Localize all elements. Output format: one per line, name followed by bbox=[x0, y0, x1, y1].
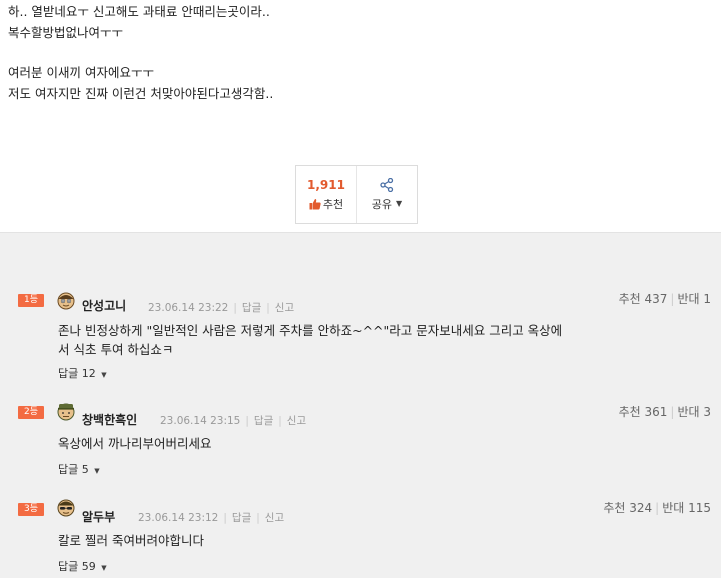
comment-text: 옥상에서 까나리부어버리세요 bbox=[58, 436, 212, 451]
thumbs-up-icon bbox=[309, 198, 321, 209]
recommend-count: 1,911 bbox=[307, 177, 345, 192]
reply-toggle[interactable]: 답글 12 ▼ bbox=[58, 365, 107, 381]
comment-text: 서 식초 투여 하십쇼ㅋ bbox=[58, 342, 174, 357]
recommend-button[interactable]: 1,911 추천 bbox=[296, 166, 356, 223]
comment-text: 칼로 찔러 죽여버려야합니다 bbox=[58, 533, 204, 548]
recommend-label: 추천 bbox=[322, 197, 344, 211]
caret-down-icon: ▼ bbox=[101, 371, 107, 379]
share-icon bbox=[380, 177, 394, 192]
comment-score: 추천 361 | 반대 3 bbox=[619, 403, 711, 420]
avatar-icon[interactable] bbox=[56, 290, 76, 310]
oppose-score[interactable]: 반대 3 bbox=[677, 405, 711, 419]
rank-badge: 3등 bbox=[18, 503, 44, 516]
comment-text: 존나 빈정상하게 "일반적인 사람은 저렇게 주차를 안하죠~^^"라고 문자보… bbox=[58, 323, 563, 338]
recommend-label-wrap: 추천 bbox=[309, 196, 343, 212]
reply-toggle[interactable]: 답글 5 ▼ bbox=[58, 461, 100, 477]
comment-nickname[interactable]: 창백한흑인 bbox=[82, 411, 137, 428]
report-link[interactable]: 신고 bbox=[275, 302, 294, 314]
share-button[interactable]: 공유 ▼ bbox=[356, 166, 417, 223]
comment-score: 추천 324 | 반대 115 bbox=[603, 499, 711, 516]
comment-nickname[interactable]: 안성고니 bbox=[82, 297, 126, 314]
separator: | bbox=[670, 405, 675, 419]
separator: | bbox=[278, 415, 282, 427]
comment-date: 23.06.14 23:22 bbox=[148, 302, 229, 314]
comment-nickname[interactable]: 알두부 bbox=[82, 508, 115, 525]
caret-down-icon: ▼ bbox=[101, 564, 107, 572]
comment-date: 23.06.14 23:15 bbox=[160, 415, 241, 427]
comment-score: 추천 437 | 반대 1 bbox=[619, 290, 711, 307]
rank-badge: 2등 bbox=[18, 406, 44, 419]
post-line: 여러분 이새끼 여자에요ㅜㅜ bbox=[8, 65, 154, 80]
caret-down-icon: ▼ bbox=[94, 467, 100, 475]
report-link[interactable]: 신고 bbox=[265, 512, 284, 524]
separator: | bbox=[245, 415, 249, 427]
reply-count: 답글 59 bbox=[58, 560, 96, 573]
separator: | bbox=[223, 512, 227, 524]
post-body: 하.. 열받네요ㅜ 신고해도 과태료 안때리는곳이라.. 복수할방법없나여ㅜㅜ … bbox=[0, 0, 721, 233]
post-line: 하.. 열받네요ㅜ 신고해도 과태료 안때리는곳이라.. bbox=[8, 4, 270, 19]
share-label: 공유 bbox=[371, 197, 393, 211]
post-line: 복수할방법없나여ㅜㅜ bbox=[8, 25, 124, 40]
avatar-icon[interactable] bbox=[56, 401, 76, 421]
separator: | bbox=[670, 292, 675, 306]
caret-down-icon: ▼ bbox=[396, 199, 403, 208]
post-line: 저도 여자지만 진짜 이런건 처맞아야된다고생각함.. bbox=[8, 86, 274, 101]
avatar-icon[interactable] bbox=[56, 497, 76, 517]
oppose-score[interactable]: 반대 1 bbox=[677, 292, 711, 306]
comment-meta: 23.06.14 23:22 | 답글 | 신고 bbox=[148, 300, 294, 315]
separator: | bbox=[266, 302, 270, 314]
share-label-wrap: 공유 ▼ bbox=[372, 196, 402, 212]
recommend-score[interactable]: 추천 437 bbox=[619, 292, 668, 306]
rank-badge: 1등 bbox=[18, 294, 44, 307]
reply-link[interactable]: 답글 bbox=[254, 415, 273, 427]
comment-date: 23.06.14 23:12 bbox=[138, 512, 219, 524]
recommend-score[interactable]: 추천 361 bbox=[619, 405, 668, 419]
oppose-score[interactable]: 반대 115 bbox=[662, 501, 711, 515]
reply-toggle[interactable]: 답글 59 ▼ bbox=[58, 558, 107, 574]
comment-meta: 23.06.14 23:15 | 답글 | 신고 bbox=[160, 413, 306, 428]
recommend-score[interactable]: 추천 324 bbox=[603, 501, 652, 515]
reply-count: 답글 5 bbox=[58, 463, 89, 476]
reply-link[interactable]: 답글 bbox=[242, 302, 261, 314]
separator: | bbox=[256, 512, 260, 524]
comment-meta: 23.06.14 23:12 | 답글 | 신고 bbox=[138, 510, 284, 525]
reply-link[interactable]: 답글 bbox=[232, 512, 251, 524]
report-link[interactable]: 신고 bbox=[287, 415, 306, 427]
separator: | bbox=[233, 302, 237, 314]
reply-count: 답글 12 bbox=[58, 367, 96, 380]
separator: | bbox=[655, 501, 660, 515]
vote-box: 1,911 추천 공유 ▼ bbox=[295, 165, 418, 224]
